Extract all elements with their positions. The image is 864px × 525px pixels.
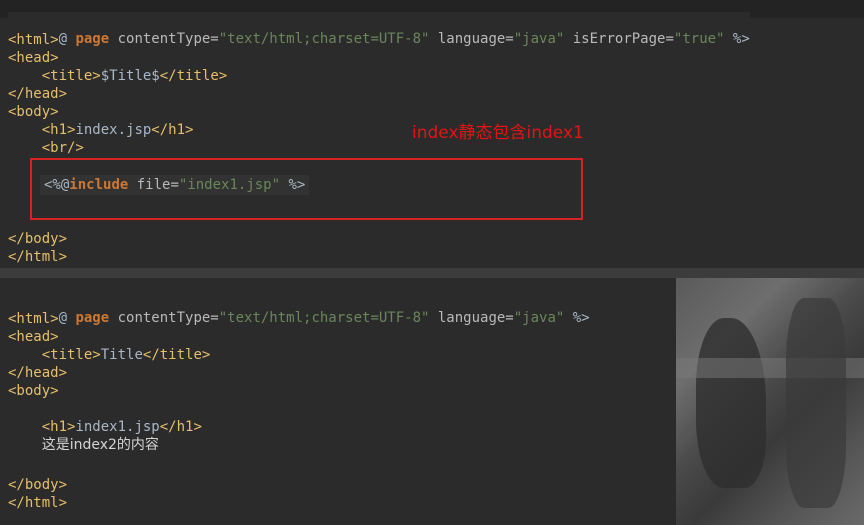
page-directive-line[interactable]: <%@ page contentType="text/html;charset=… xyxy=(8,12,750,47)
content-text: 这是index2的内容 xyxy=(41,437,159,453)
value-content-type: "text/html;charset=UTF-8" xyxy=(218,31,430,47)
title-text: $Title$ xyxy=(100,68,160,84)
background-photo xyxy=(676,278,864,525)
attr-language: language= xyxy=(429,310,514,326)
html-close-line[interactable]: </html> xyxy=(8,248,68,266)
panel-separator xyxy=(0,268,864,278)
title-close-tag: </title> xyxy=(159,68,228,84)
head-close-line[interactable]: </head> xyxy=(8,85,68,103)
directive-close: %> xyxy=(724,31,750,47)
title-line[interactable]: <title>$Title$</title> xyxy=(8,67,228,85)
value-content-type: "text/html;charset=UTF-8" xyxy=(218,310,430,326)
attr-file: file= xyxy=(128,177,179,193)
annotation-label: index静态包含index1 xyxy=(412,123,584,143)
html-open-line[interactable]: <html> xyxy=(8,310,59,328)
value-language: "java" xyxy=(513,31,565,47)
include-directive-line[interactable]: <%@include file="index1.jsp" %> xyxy=(40,175,310,195)
bottom-code-panel: <%@ page contentType="text/html;charset=… xyxy=(0,278,676,525)
directive-keyword: page xyxy=(75,310,110,326)
top-code-panel: <%@ page contentType="text/html;charset=… xyxy=(0,0,864,269)
value-file: "index1.jsp" xyxy=(178,177,281,193)
br-line[interactable]: <br/> xyxy=(8,139,84,157)
attr-content-type: contentType= xyxy=(109,31,219,47)
h1-line[interactable]: <h1>index.jsp</h1> xyxy=(8,121,194,139)
value-language: "java" xyxy=(513,310,565,326)
directive-keyword: page xyxy=(75,31,110,47)
h1-line[interactable]: <h1>index1.jsp</h1> xyxy=(8,418,202,436)
title-text: Title xyxy=(100,347,143,363)
h1-close-tag: </h1> xyxy=(151,122,194,138)
br-tag: <br/> xyxy=(41,140,84,156)
include-open: <%@ xyxy=(44,177,70,193)
h1-close-tag: </h1> xyxy=(159,419,202,435)
value-is-error-page: "true" xyxy=(673,31,725,47)
h1-text: index.jsp xyxy=(75,122,152,138)
attr-is-error-page: isErrorPage= xyxy=(564,31,674,47)
include-keyword: include xyxy=(69,177,129,193)
head-close-line[interactable]: </head> xyxy=(8,364,68,382)
attr-language: language= xyxy=(429,31,514,47)
body-close-line[interactable]: </body> xyxy=(8,476,68,494)
title-close-tag: </title> xyxy=(142,347,211,363)
page-directive-line[interactable]: <%@ page contentType="text/html;charset=… xyxy=(8,291,590,326)
body-open-line[interactable]: <body> xyxy=(8,382,59,400)
content-line[interactable]: 这是index2的内容 xyxy=(8,436,159,454)
head-open-line[interactable]: <head> xyxy=(8,49,59,67)
title-open-tag: <title> xyxy=(41,68,101,84)
body-close-line[interactable]: </body> xyxy=(8,230,68,248)
include-close: %> xyxy=(280,177,306,193)
h1-open-tag: <h1> xyxy=(41,122,76,138)
directive-close: %> xyxy=(564,310,590,326)
head-open-line[interactable]: <head> xyxy=(8,328,59,346)
title-open-tag: <title> xyxy=(41,347,101,363)
h1-text: index1.jsp xyxy=(75,419,160,435)
title-line[interactable]: <title>Title</title> xyxy=(8,346,211,364)
html-close-line[interactable]: </html> xyxy=(8,494,68,512)
attr-content-type: contentType= xyxy=(109,310,219,326)
body-open-line[interactable]: <body> xyxy=(8,103,59,121)
h1-open-tag: <h1> xyxy=(41,419,76,435)
html-open-line[interactable]: <html> xyxy=(8,31,59,49)
